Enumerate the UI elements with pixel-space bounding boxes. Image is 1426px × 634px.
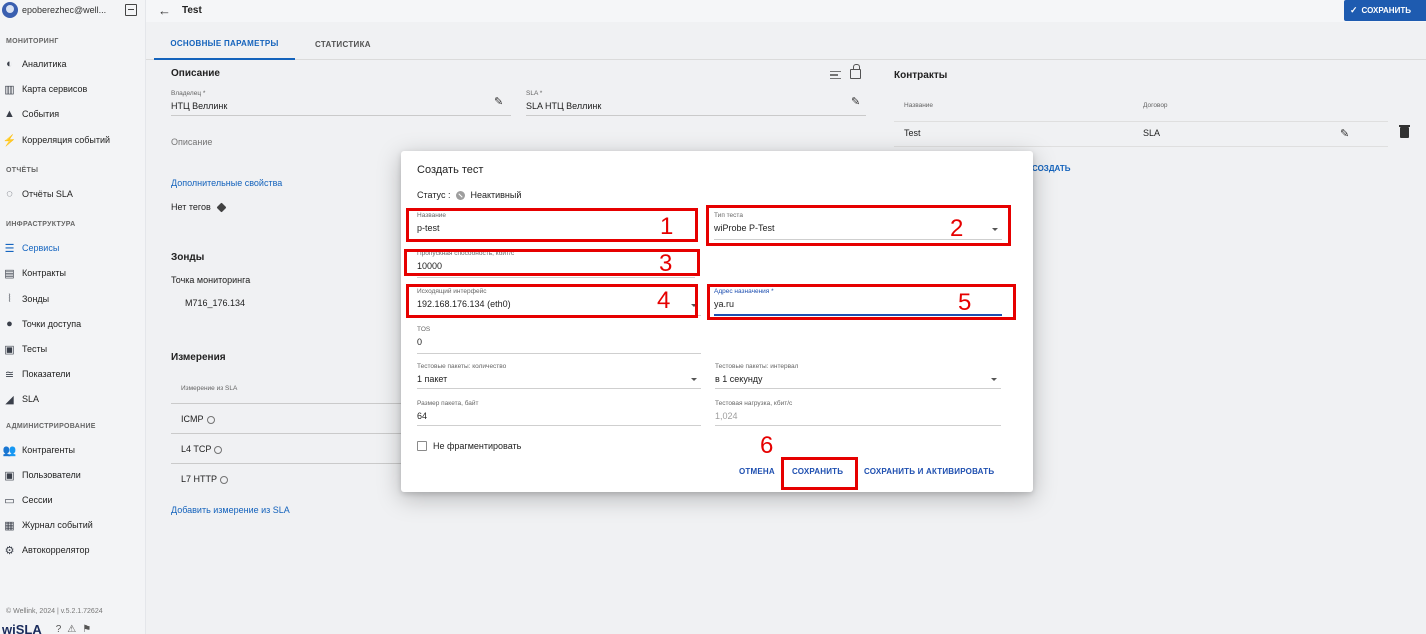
sidebar-item-event-log[interactable]: ▦ Журнал событий	[3, 517, 143, 533]
section-monitoring: МОНИТОРИНГ	[6, 38, 59, 45]
sidebar-item-users[interactable]: ▣ Пользователи	[3, 467, 143, 483]
people-icon: 👥	[2, 444, 17, 457]
annotation-box-6	[781, 457, 858, 490]
logout-icon[interactable]	[125, 4, 137, 16]
test-load-field: Тестовая нагрузка, кбит/с 1,024	[715, 400, 1001, 426]
donut-icon: ◌	[6, 188, 13, 200]
dropdown-caret-icon	[691, 378, 697, 381]
checklist-icon: ▣	[4, 343, 15, 356]
sidebar-item-access-points[interactable]: ● Точки доступа	[3, 316, 143, 332]
sidebar-item-sessions[interactable]: ▭ Сессии	[3, 492, 143, 508]
annotation-box-1	[406, 208, 698, 242]
user-card-icon: ▣	[4, 469, 15, 482]
sidebar-item-service-map[interactable]: ▥ Карта сервисов	[3, 81, 143, 97]
document-icon: ▤	[4, 267, 15, 280]
sidebar-item-probes[interactable]: ⦚ Зонды	[3, 291, 143, 307]
sidebar-item-autocorrelator[interactable]: ⚙ Автокоррелятор	[3, 542, 143, 558]
page-title: Test	[182, 5, 202, 16]
status-row: Статус : Неактивный	[417, 190, 522, 200]
sidebar-item-sla-reports[interactable]: ◌ Отчёты SLA	[3, 186, 143, 202]
list-icon: ☰	[4, 242, 15, 255]
calendar-icon: ▦	[4, 519, 15, 532]
sidebar: epoberezhec@well... МОНИТОРИНГ ◐ Аналитик…	[0, 0, 146, 634]
save-top-button[interactable]: ✓ СОХРАНИТЬ	[1344, 0, 1426, 21]
annotation-box-2	[706, 205, 1011, 246]
annotation-number-3: 3	[659, 250, 673, 277]
version-text: © Wellink, 2024 | v.5.2.1.72624	[6, 608, 103, 615]
warning-icon: ▲	[4, 108, 15, 120]
back-arrow-icon[interactable]: ←	[158, 3, 171, 18]
bolt-icon: ⚡	[2, 134, 17, 147]
footer-icons[interactable]: ?⚠⚑	[56, 624, 98, 634]
sidebar-item-counterparties[interactable]: 👥 Контрагенты	[3, 442, 143, 458]
brand-row: wiSLA ?⚠⚑	[0, 621, 146, 634]
sliders-icon: ⚙	[4, 544, 15, 557]
annotation-box-4	[406, 284, 698, 318]
annotation-number-2: 2	[950, 215, 964, 242]
annotation-number-4: 4	[657, 287, 671, 314]
no-fragment-checkbox[interactable]	[417, 441, 427, 451]
circle-icon: ●	[6, 318, 13, 330]
sidebar-item-contracts[interactable]: ▤ Контракты	[3, 265, 143, 281]
check-icon: ✓	[1350, 5, 1358, 15]
annotation-box-3	[404, 249, 700, 276]
section-admin: АДМИНИСТРИРОВАНИЕ	[6, 423, 96, 430]
create-test-dialog: Создать тест Статус : Неактивный Названи…	[401, 151, 1033, 492]
wave-icon: ≅	[4, 368, 15, 381]
cancel-button[interactable]: ОТМЕНА	[739, 467, 775, 476]
annotation-number-6: 6	[760, 432, 774, 459]
section-reports: ОТЧЁТЫ	[6, 167, 39, 174]
sidebar-item-sla[interactable]: ◢ SLA	[3, 391, 143, 407]
section-infrastructure: ИНФРАСТРУКТУРА	[6, 221, 76, 228]
top-bar: ← Test ✓ СОХРАНИТЬ	[146, 0, 1426, 22]
sidebar-item-tests[interactable]: ▣ Тесты	[3, 341, 143, 357]
annotation-number-1: 1	[660, 213, 674, 240]
sidebar-item-events[interactable]: ▲ События	[3, 106, 143, 122]
brand-logo: wiSLA	[2, 621, 42, 634]
save-and-activate-button[interactable]: СОХРАНИТЬ И АКТИВИРОВАТЬ	[864, 467, 994, 476]
sidebar-item-metrics[interactable]: ≅ Показатели	[3, 366, 143, 382]
avatar	[2, 2, 18, 18]
sidebar-item-services[interactable]: ☰ Сервисы	[3, 240, 143, 256]
packet-size-field[interactable]: Размер пакета, байт 64	[417, 400, 701, 426]
signal-icon: ⦚	[8, 292, 11, 305]
pie-chart-icon: ◐	[6, 58, 13, 70]
dialog-title: Создать тест	[417, 164, 484, 176]
dropdown-caret-icon	[991, 378, 997, 381]
annotation-number-5: 5	[958, 289, 972, 316]
sidebar-item-analytics[interactable]: ◐ Аналитика	[3, 56, 143, 72]
inactive-status-icon	[456, 190, 466, 200]
map-icon: ▥	[4, 83, 15, 96]
packet-interval-select[interactable]: Тестовые пакеты: интервал в 1 секунду	[715, 363, 1001, 389]
tos-field[interactable]: TOS 0	[417, 326, 701, 354]
sidebar-item-event-correlation[interactable]: ⚡ Корреляция событий	[3, 132, 143, 148]
no-fragment-label: Не фрагментировать	[433, 441, 522, 451]
packet-count-select[interactable]: Тестовые пакеты: количество 1 пакет	[417, 363, 701, 389]
window-icon: ▭	[4, 494, 15, 507]
user-email: epoberezhec@well...	[22, 5, 107, 15]
sla-signal-icon: ◢	[5, 393, 14, 406]
